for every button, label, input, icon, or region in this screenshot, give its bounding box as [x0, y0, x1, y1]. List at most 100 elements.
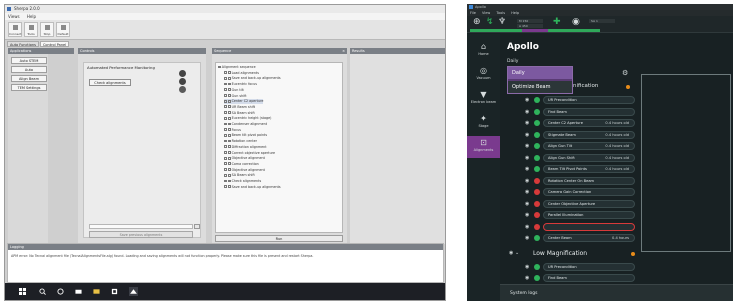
checkbox[interactable] — [227, 71, 231, 75]
alignment-step-button[interactable]: Align Gun Tilt 0.4 hours old — [543, 142, 635, 150]
alignment-row[interactable]: ◉ Stigmate Beam 0.4 hours old — [525, 130, 635, 139]
checkbox[interactable] — [224, 179, 227, 183]
sequence-item[interactable]: Focus — [224, 128, 241, 133]
checkbox[interactable] — [227, 173, 231, 177]
sequence-item[interactable]: Save and back-up alignments — [224, 76, 281, 81]
checkbox[interactable] — [227, 168, 231, 171]
alignment-step-button[interactable]: Find Beam — [543, 107, 635, 116]
sequence-item[interactable]: UR Beam shift — [224, 105, 255, 110]
alignment-step-button[interactable] — [543, 222, 635, 231]
checkbox[interactable] — [224, 185, 227, 189]
alignment-row[interactable]: ◉ Find Beam — [525, 274, 635, 282]
alignment-row[interactable]: ◉ Find Beam — [525, 107, 635, 116]
visibility-icon[interactable]: ◉ — [525, 143, 529, 149]
visibility-icon[interactable]: ◉ — [525, 178, 529, 184]
sequence-item[interactable]: Rotation center — [224, 139, 257, 144]
alignment-step-button[interactable]: Rotation Center On Beam — [543, 176, 635, 185]
alignment-row[interactable]: ◉ Center Objective Aperture — [525, 199, 635, 208]
checkbox[interactable] — [224, 156, 227, 160]
app-taskbar-icon[interactable] — [111, 288, 118, 295]
checkbox[interactable] — [224, 162, 227, 166]
mag-field[interactable]: M 150 — [517, 19, 543, 23]
sequence-item[interactable]: Check alignments — [224, 179, 261, 184]
checkbox[interactable] — [224, 111, 227, 114]
checkbox[interactable] — [224, 94, 227, 97]
sequence-item[interactable]: Correct objective aperture — [224, 151, 275, 156]
alignment-step-button[interactable]: Beam Tilt Pivot Points 0.4 hours old — [543, 165, 635, 173]
checkbox[interactable] — [227, 128, 231, 132]
visibility-icon[interactable]: ◉ — [525, 132, 529, 138]
menu-views[interactable]: Views — [8, 14, 20, 19]
sa-field[interactable]: SA 1 — [589, 19, 615, 23]
sequence-item[interactable]: Center C2 aperture — [224, 99, 264, 104]
sequence-item[interactable]: Save and back-up alignments — [224, 185, 281, 190]
visibility-icon[interactable]: ◉ — [525, 109, 529, 115]
alignment-step-button[interactable]: Center Beam 0.4 hours — [543, 234, 635, 242]
sequence-item[interactable]: Gun shift — [224, 94, 247, 99]
system-logs-panel[interactable]: System logs — [500, 284, 733, 301]
sidebar-item-alignments[interactable]: ⊡ Alignments — [467, 136, 500, 158]
checkbox[interactable] — [227, 111, 231, 114]
visibility-icon[interactable]: ◉ ⌄ — [509, 250, 519, 256]
alignment-row[interactable]: ◉ Camera Gain Correction — [525, 188, 635, 196]
sequence-item[interactable]: Diffraction alignment — [224, 145, 267, 150]
alignment-row[interactable]: ◉ — [525, 222, 635, 231]
checkbox[interactable] — [224, 151, 227, 154]
search-icon[interactable] — [39, 288, 46, 295]
menu-tools[interactable]: Tools — [496, 11, 505, 15]
sherpa-taskbar-icon[interactable] — [129, 287, 138, 296]
visibility-icon[interactable]: ◉ — [525, 235, 529, 241]
sequence-item[interactable]: Objective alignment — [224, 156, 265, 161]
checkbox[interactable] — [224, 105, 227, 109]
sequence-item[interactable]: SA Beam shift — [224, 111, 255, 116]
alignment-row[interactable]: ◉ Center C2 Aperture 0.4 hours old — [525, 119, 635, 127]
task-view-icon[interactable] — [75, 288, 82, 295]
visibility-icon[interactable]: ◉ — [525, 201, 529, 207]
connect-button[interactable]: Connect — [8, 22, 22, 37]
alignment-step-button[interactable]: Align Gun Shift 0.4 hours old — [543, 153, 635, 162]
checkbox[interactable] — [224, 88, 227, 92]
browse-button[interactable] — [194, 224, 200, 229]
check-alignments-button[interactable]: Check alignments — [89, 79, 131, 86]
sequence-item[interactable]: Eucentric height (stage) — [224, 116, 271, 121]
checkbox[interactable] — [227, 122, 231, 126]
checkbox[interactable] — [227, 133, 231, 137]
checkbox[interactable] — [224, 139, 227, 143]
alignment-step-button[interactable]: Parallel Illumination — [543, 211, 635, 219]
low-magnification-section[interactable]: ◉ ⌄ Low Magnification — [509, 250, 649, 258]
sequence-item[interactable]: Load alignments — [224, 71, 259, 76]
tab-control-panel[interactable]: Control Panel — [39, 41, 70, 47]
checkbox[interactable] — [227, 116, 231, 120]
alignment-row[interactable]: ◉ Center Beam 0.4 hours — [525, 234, 635, 242]
checkbox[interactable] — [227, 139, 231, 143]
visibility-icon[interactable]: ◉ — [525, 275, 529, 281]
checkbox[interactable] — [227, 179, 231, 183]
alignment-step-button[interactable]: Find Beam — [543, 274, 635, 282]
tab-auto-functions[interactable]: Auto Functions — [7, 41, 39, 47]
settings-icon[interactable]: ⚙ — [622, 69, 628, 77]
dropdown-option-daily[interactable]: Daily — [508, 67, 572, 79]
visibility-icon[interactable]: ◉ — [525, 155, 529, 161]
alignment-row[interactable]: ◉ UR Precondition — [525, 263, 635, 271]
checkbox[interactable] — [227, 82, 231, 86]
stop-button[interactable]: Stop — [40, 22, 54, 37]
sidebar-item-stage[interactable]: ✦ Stage — [467, 114, 500, 128]
alignment-step-button[interactable]: UR Precondition — [543, 96, 635, 104]
sequence-item[interactable]: Coma correction — [224, 162, 259, 167]
visibility-icon[interactable]: ◉ — [525, 166, 529, 172]
checkbox[interactable] — [224, 82, 227, 86]
checkbox[interactable] — [227, 105, 231, 109]
checkbox[interactable] — [224, 122, 227, 126]
sequence-item[interactable]: SA Beam shift — [224, 173, 255, 178]
alignment-row[interactable]: ◉ Rotation Center On Beam — [525, 176, 635, 185]
alignment-step-button[interactable]: UR Precondition — [543, 263, 635, 271]
checkbox[interactable] — [227, 94, 231, 97]
checkbox[interactable] — [227, 156, 231, 160]
alignment-row[interactable]: ◉ Align Gun Tilt 0.4 hours old — [525, 142, 635, 150]
alignment-step-button[interactable]: Camera Gain Correction — [543, 188, 635, 196]
menu-view[interactable]: View — [482, 11, 490, 15]
visibility-icon[interactable]: ◉ — [525, 212, 529, 218]
checkbox[interactable] — [224, 116, 227, 120]
camera-icon[interactable]: ◉ — [572, 18, 580, 27]
sequence-root[interactable]: Alignment sequence — [218, 65, 256, 70]
